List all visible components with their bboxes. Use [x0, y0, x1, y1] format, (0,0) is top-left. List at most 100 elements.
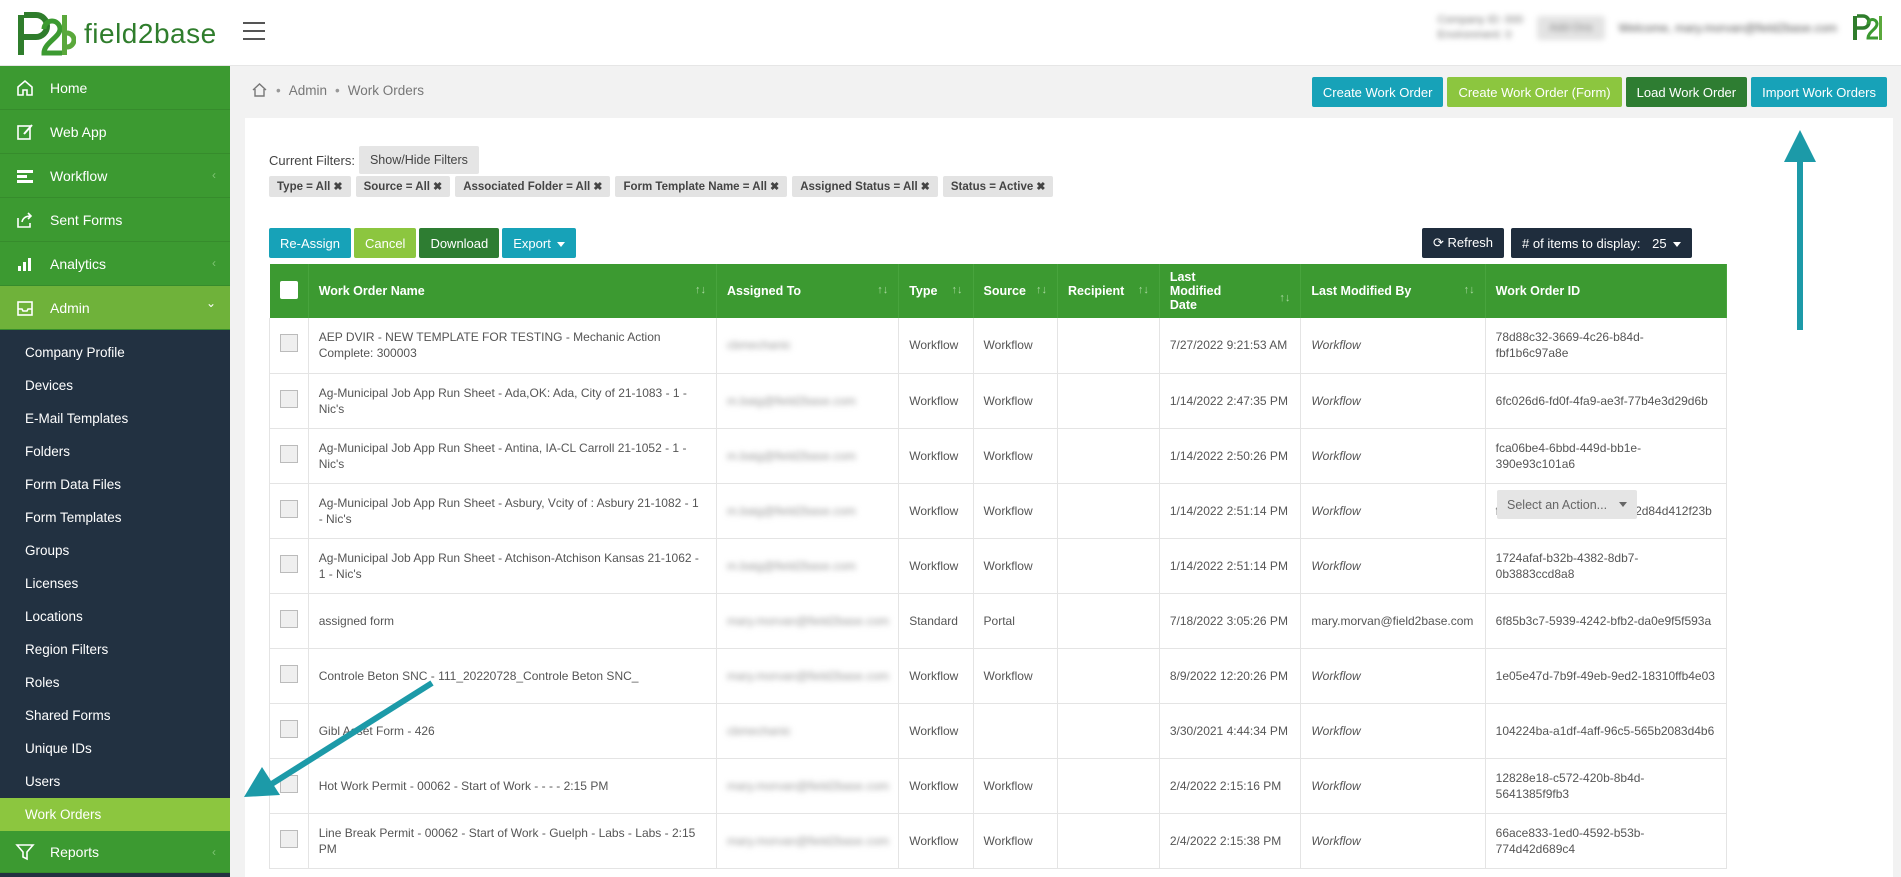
- column-header-last-modified-date[interactable]: Last Modified Date ↑↓: [1159, 264, 1302, 318]
- table-row[interactable]: Hot Work Permit - 00062 - Start of Work …: [269, 758, 1728, 814]
- sidebar-item-analytics[interactable]: Analytics ‹: [0, 242, 230, 286]
- cell-type: Workflow: [898, 648, 974, 704]
- sidebar-item-workflow[interactable]: Workflow ‹: [0, 154, 230, 198]
- cell-assigned-to: mary.morvan@field2base.com: [716, 758, 900, 814]
- row-checkbox[interactable]: [269, 373, 309, 429]
- sidebar-item-email-templates[interactable]: E-Mail Templates: [0, 402, 230, 435]
- column-header-assigned[interactable]: Assigned To ↑↓: [716, 264, 900, 318]
- cell-recipient: [1057, 318, 1160, 374]
- welcome-user[interactable]: Welcome, mary.morvan@field2base.com: [1619, 21, 1837, 35]
- row-checkbox[interactable]: [269, 428, 309, 484]
- row-checkbox[interactable]: [269, 483, 309, 539]
- cell-assigned-to: cbmechanic: [716, 318, 900, 374]
- remove-filter-icon[interactable]: ✖: [921, 180, 930, 193]
- items-per-page-dropdown[interactable]: # of items to display: 25: [1511, 228, 1692, 258]
- create-work-order-button[interactable]: Create Work Order: [1311, 77, 1444, 107]
- cell-type: Workflow: [898, 428, 974, 484]
- table-row[interactable]: Ag-Municipal Job App Run Sheet - Antina,…: [269, 428, 1728, 484]
- cell-source: Workflow: [973, 428, 1059, 484]
- sidebar-item-users[interactable]: Users: [0, 765, 230, 798]
- sidebar-item-label: Analytics: [50, 255, 107, 272]
- select-all-checkbox[interactable]: [269, 264, 309, 318]
- cell-source: Workflow: [973, 538, 1059, 594]
- sidebar-item-web-app[interactable]: Web App: [0, 110, 230, 154]
- table-row[interactable]: Ag-Municipal Job App Run Sheet - Atchiso…: [269, 538, 1728, 594]
- addons-badge[interactable]: Add-Ons: [1537, 16, 1605, 40]
- sidebar-item-roles[interactable]: Roles: [0, 666, 230, 699]
- breadcrumb: • Admin • Work Orders: [251, 82, 424, 98]
- remove-filter-icon[interactable]: ✖: [333, 180, 342, 193]
- row-checkbox[interactable]: [269, 538, 309, 594]
- cell-name[interactable]: Ag-Municipal Job App Run Sheet - Antina,…: [308, 428, 717, 484]
- table-row[interactable]: Ag-Municipal Job App Run Sheet - Ada,OK:…: [269, 373, 1728, 429]
- column-header-name[interactable]: Work Order Name ↑↓: [308, 264, 717, 318]
- column-header-source[interactable]: Source ↑↓: [973, 264, 1059, 318]
- column-header-last-modified-by[interactable]: Last Modified By ↑↓: [1300, 264, 1486, 318]
- sidebar-item-sent-forms[interactable]: Sent Forms: [0, 198, 230, 242]
- reassign-button[interactable]: Re-Assign: [269, 228, 351, 258]
- sidebar-item-groups[interactable]: Groups: [0, 534, 230, 567]
- load-work-order-button[interactable]: Load Work Order: [1625, 77, 1748, 107]
- cell-name[interactable]: Controle Beton SNC - 111_20220728_Contro…: [308, 648, 717, 704]
- cell-name[interactable]: Gibl Asset Form - 426: [308, 703, 717, 759]
- menu-toggle-icon[interactable]: [243, 22, 265, 40]
- cell-name[interactable]: Ag-Municipal Job App Run Sheet - Asbury,…: [308, 483, 717, 539]
- breadcrumb-admin[interactable]: Admin: [289, 83, 327, 98]
- sidebar-item-region-filters[interactable]: Region Filters: [0, 633, 230, 666]
- remove-filter-icon[interactable]: ✖: [1036, 180, 1045, 193]
- cell-name[interactable]: assigned form: [308, 593, 717, 649]
- row-checkbox[interactable]: [269, 593, 309, 649]
- refresh-button[interactable]: ⟳ Refresh: [1422, 228, 1505, 258]
- sidebar-item-reports[interactable]: Reports ‹: [0, 831, 230, 873]
- row-checkbox[interactable]: [269, 813, 309, 869]
- sidebar-item-form-data-files[interactable]: Form Data Files: [0, 468, 230, 501]
- sidebar-item-unique-ids[interactable]: Unique IDs: [0, 732, 230, 765]
- cell-recipient: [1057, 538, 1160, 594]
- sidebar-item-shared-forms[interactable]: Shared Forms: [0, 699, 230, 732]
- sidebar-item-company-profile[interactable]: Company Profile: [0, 336, 230, 369]
- table-row[interactable]: Gibl Asset Form - 426 cbmechanic Workflow 3…: [269, 703, 1728, 759]
- create-work-order-form-button[interactable]: Create Work Order (Form): [1447, 77, 1622, 107]
- sidebar-item-home[interactable]: Home: [0, 66, 230, 110]
- sidebar-item-form-templates[interactable]: Form Templates: [0, 501, 230, 534]
- brand-logo[interactable]: field2base: [14, 8, 217, 60]
- column-header-recipient[interactable]: Recipient ↑↓: [1057, 264, 1160, 318]
- sidebar-item-admin[interactable]: Admin ⌄: [0, 286, 230, 330]
- download-button[interactable]: Download: [419, 228, 500, 258]
- cell-source: [973, 703, 1059, 759]
- home-icon[interactable]: [251, 82, 268, 98]
- row-checkbox[interactable]: [269, 318, 309, 374]
- row-checkbox[interactable]: [269, 758, 309, 814]
- row-checkbox[interactable]: [269, 703, 309, 759]
- table-tools: ⟳ Refresh # of items to display: 25: [1422, 228, 1692, 258]
- sidebar-item-folders[interactable]: Folders: [0, 435, 230, 468]
- column-header-type[interactable]: Type ↑↓: [898, 264, 974, 318]
- table-row[interactable]: AEP DVIR - NEW TEMPLATE FOR TESTING - Me…: [269, 318, 1728, 374]
- row-checkbox[interactable]: [269, 648, 309, 704]
- show-hide-filters-button[interactable]: Show/Hide Filters: [358, 146, 479, 174]
- cell-name[interactable]: Hot Work Permit - 00062 - Start of Work …: [308, 758, 717, 814]
- table-row[interactable]: Controle Beton SNC - 111_20220728_Contro…: [269, 648, 1728, 704]
- sidebar-item-locations[interactable]: Locations: [0, 600, 230, 633]
- cell-name[interactable]: Line Break Permit - 00062 - Start of Wor…: [308, 813, 717, 869]
- cell-source: Workflow: [973, 483, 1059, 539]
- cancel-button[interactable]: Cancel: [353, 228, 417, 258]
- sidebar-item-label: Home: [50, 79, 88, 96]
- table-row[interactable]: assigned form mary.morvan@field2base.com S…: [269, 593, 1728, 649]
- column-header-work-order-id[interactable]: Work Order ID: [1485, 264, 1728, 318]
- cell-name[interactable]: AEP DVIR - NEW TEMPLATE FOR TESTING - Me…: [308, 318, 717, 374]
- export-dropdown-button[interactable]: Export: [502, 228, 576, 258]
- sidebar-item-licenses[interactable]: Licenses: [0, 567, 230, 600]
- cell-last-modified-date: 3/30/2021 4:44:34 PM: [1159, 703, 1302, 759]
- remove-filter-icon[interactable]: ✖: [433, 180, 442, 193]
- import-work-orders-button[interactable]: Import Work Orders: [1751, 77, 1887, 107]
- row-action-dropdown[interactable]: Select an Action...: [1497, 490, 1637, 519]
- cell-name[interactable]: Ag-Municipal Job App Run Sheet - Atchiso…: [308, 538, 717, 594]
- remove-filter-icon[interactable]: ✖: [593, 180, 602, 193]
- sidebar-item-work-orders[interactable]: Work Orders: [0, 798, 230, 831]
- cell-name[interactable]: Ag-Municipal Job App Run Sheet - Ada,OK:…: [308, 373, 717, 429]
- remove-filter-icon[interactable]: ✖: [770, 180, 779, 193]
- sidebar-item-devices[interactable]: Devices: [0, 369, 230, 402]
- table-row[interactable]: Line Break Permit - 00062 - Start of Wor…: [269, 813, 1728, 869]
- cell-last-modified-by: mary.morvan@field2base.com: [1300, 593, 1486, 649]
